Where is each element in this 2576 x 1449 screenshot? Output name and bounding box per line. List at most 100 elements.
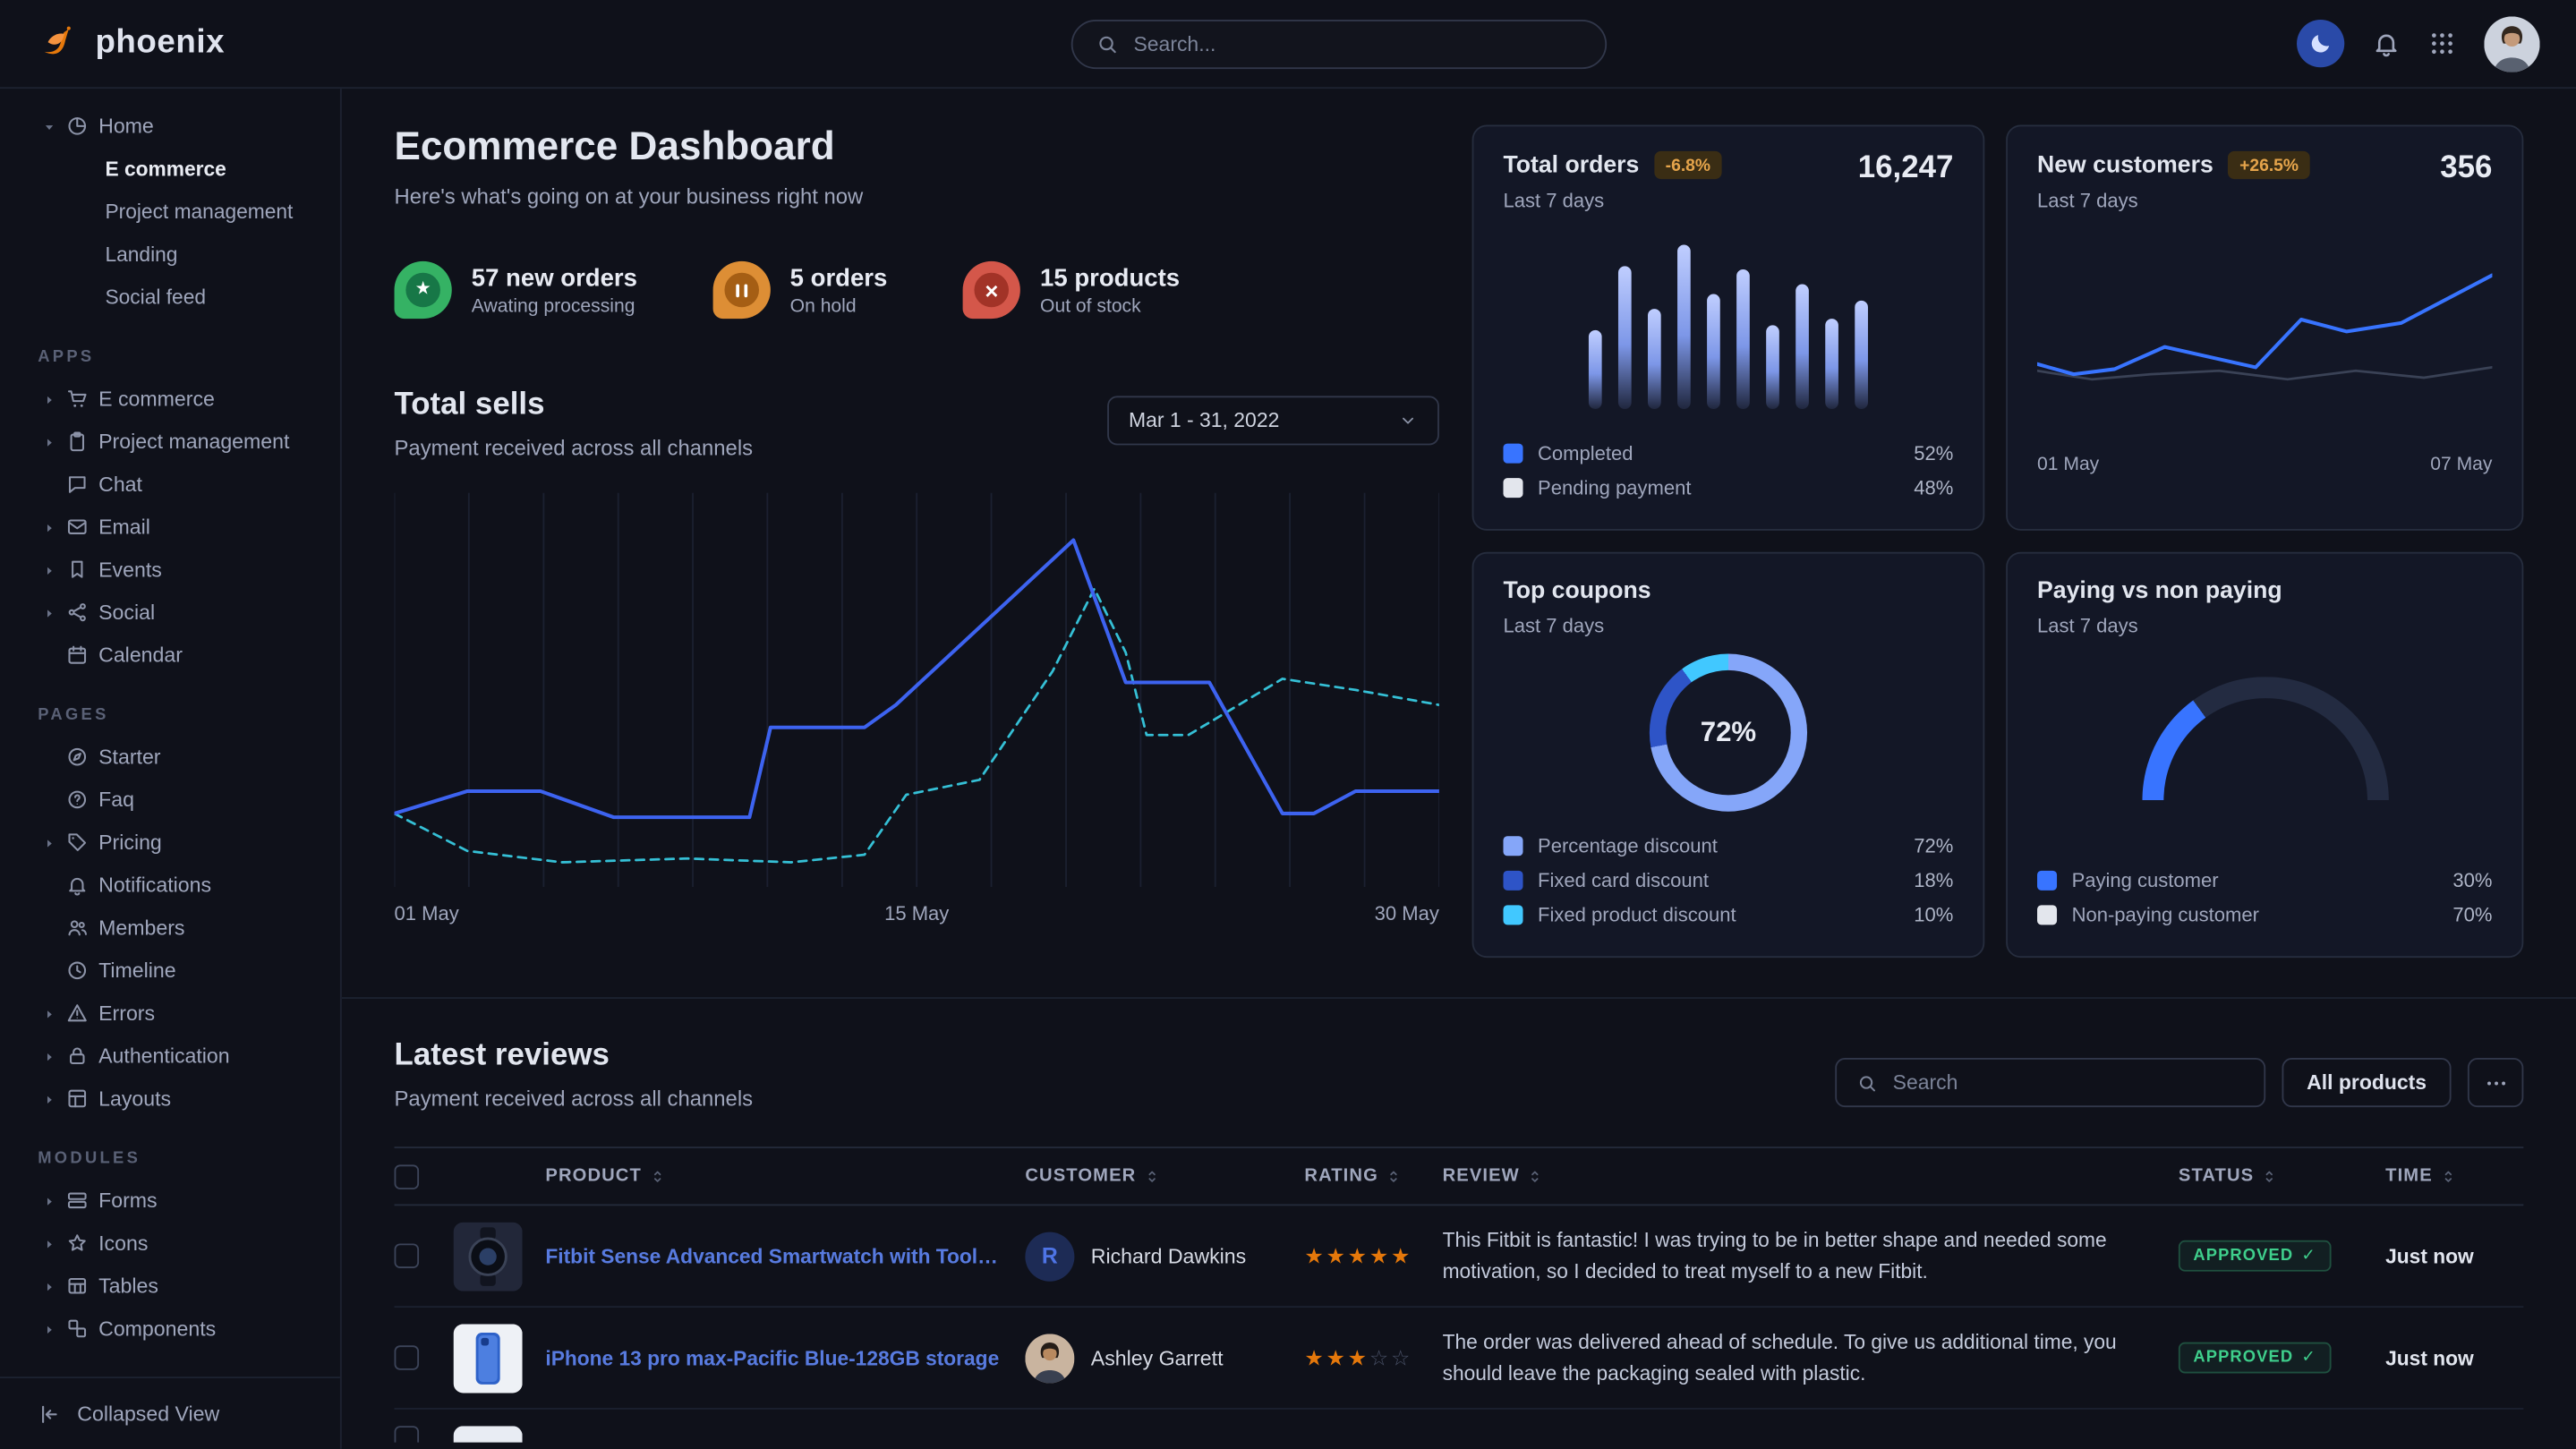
bar [1648,308,1661,409]
date-range-value: Mar 1 - 31, 2022 [1129,409,1279,432]
sidebar-item-label: E commerce [98,388,215,411]
sidebar-item-authentication[interactable]: Authentication [0,1035,340,1078]
x-label: 30 May [1375,902,1439,925]
pause-badge-icon [712,261,770,319]
sidebar-item-calendar[interactable]: Calendar [0,635,340,678]
theme-toggle-button[interactable] [2297,20,2344,67]
collapsed-view-toggle[interactable]: Collapsed View [0,1377,340,1449]
page-subtitle: Here's what's going on at your business … [395,184,1439,209]
review-text: This Fitbit is fantastic! I was trying t… [1443,1225,2179,1286]
sidebar-item-label: Notifications [98,874,211,897]
new-customers-value: 356 [2440,151,2492,187]
column-header-review[interactable]: REVIEW [1443,1166,2179,1186]
card-period: Last 7 days [1503,614,1651,637]
column-header-rating[interactable]: RATING [1304,1166,1442,1186]
bar [1677,245,1691,409]
calendar-icon [61,644,94,667]
clock-icon [61,959,94,982]
user-avatar[interactable] [2484,15,2539,71]
review-time: Just now [2385,1346,2523,1369]
total-sells-chart [395,493,1439,888]
stat-label: Out of stock [1040,296,1180,316]
row-checkbox[interactable] [395,1426,420,1442]
sidebar-item-layouts[interactable]: Layouts [0,1078,340,1121]
paying-gauge-chart [2142,677,2388,805]
total-orders-card: Total orders -6.8% Last 7 days 16,247 Co… [1472,124,1985,530]
pause-glyph [736,284,748,297]
column-header-time[interactable]: TIME [2385,1166,2523,1186]
sidebar-subitem-social-feed[interactable]: Social feed [0,276,340,319]
sidebar-item-members[interactable]: Members [0,907,340,950]
sidebar-subitem-e-commerce[interactable]: E commerce [0,148,340,191]
sidebar-item-e-commerce[interactable]: E commerce [0,378,340,421]
sidebar-item-timeline[interactable]: Timeline [0,950,340,993]
all-products-button[interactable]: All products [2282,1058,2452,1107]
product-thumbnail [454,1426,523,1442]
product-link[interactable]: Fitbit Sense Advanced Smartwatch with To… [545,1244,1025,1267]
reviews-search-input[interactable] [1893,1071,2245,1095]
legend-label: Pending payment [1538,475,1691,499]
legend-swatch [2037,904,2057,924]
brand[interactable]: phoenix [36,21,225,66]
main-content: Ecommerce Dashboard Here's what's going … [342,89,2576,1449]
product-thumbnail[interactable] [454,1323,523,1392]
card-title: Total orders [1503,152,1639,178]
product-thumbnail[interactable] [454,1222,523,1291]
total-sells-subtitle: Payment received across all channels [395,435,754,460]
select-all-checkbox[interactable] [395,1163,420,1189]
product-link[interactable]: iPhone 13 pro max-Pacific Blue-128GB sto… [545,1346,1025,1369]
sidebar-item-errors[interactable]: Errors [0,993,340,1036]
global-search[interactable] [1071,20,1607,69]
sidebar-subitem-project-management[interactable]: Project management [0,191,340,234]
sidebar-item-starter[interactable]: Starter [0,736,340,779]
date-range-select[interactable]: Mar 1 - 31, 2022 [1107,396,1439,445]
sidebar-item-email[interactable]: Email [0,506,340,549]
sidebar-item-notifications[interactable]: Notifications [0,864,340,907]
legend-item: Pending payment 48% [1503,470,1953,505]
sidebar-subitem-label: E commerce [105,158,226,181]
legend-item: Paying customer 30% [2037,863,2492,898]
sidebar-item-project-management[interactable]: Project management [0,421,340,464]
legend-value: 52% [1914,441,1953,465]
customer-cell: Ashley Garrett [1025,1334,1304,1383]
legend-swatch [1503,870,1523,890]
search-input[interactable] [1133,33,1582,56]
reviews-table: PRODUCTCUSTOMERRATINGREVIEWSTATUSTIME Fi… [395,1146,2524,1442]
legend-value: 70% [2452,903,2492,926]
sidebar-item-chat[interactable]: Chat [0,464,340,507]
reviews-search[interactable] [1835,1058,2265,1107]
bar [1796,284,1809,409]
sidebar-section-title: PAGES [0,677,340,736]
caret-spacer [38,750,61,765]
x-label: 01 May [2037,455,2099,474]
sidebar-item-home[interactable]: Home [0,105,340,148]
more-options-button[interactable] [2468,1058,2523,1107]
sort-icon [1526,1168,1543,1185]
x-glyph: × [985,278,998,302]
column-header-status[interactable]: STATUS [2179,1166,2385,1186]
sidebar-item-social[interactable]: Social [0,592,340,635]
app-root: phoenix Home E commerce Project manageme… [0,0,2576,1449]
row-checkbox[interactable] [395,1345,420,1370]
table-row [395,1410,2524,1443]
caret-right-icon [38,1322,61,1337]
sidebar-item-forms[interactable]: Forms [0,1180,340,1223]
legend-label: Fixed card discount [1538,868,1709,891]
sidebar-item-events[interactable]: Events [0,549,340,592]
notifications-bell-icon[interactable] [2372,30,2400,57]
sidebar-section-title: MODULES [0,1121,340,1180]
column-header-product[interactable]: PRODUCT [545,1166,1025,1186]
sidebar-item-faq[interactable]: Faq [0,779,340,822]
sidebar: Home E commerce Project management Landi… [0,89,342,1449]
page-title: Ecommerce Dashboard [395,124,1439,170]
sidebar-item-pricing[interactable]: Pricing [0,822,340,865]
sidebar-item-label: Components [98,1317,216,1341]
row-checkbox[interactable] [395,1243,420,1268]
sidebar-item-icons[interactable]: Icons [0,1223,340,1266]
sidebar-subitem-landing[interactable]: Landing [0,234,340,277]
column-header-customer[interactable]: CUSTOMER [1025,1166,1304,1186]
sidebar-item-components[interactable]: Components [0,1308,340,1351]
sidebar-item-tables[interactable]: Tables [0,1265,340,1308]
apps-grid-icon[interactable] [2428,30,2456,57]
x-label: 01 May [395,902,459,925]
